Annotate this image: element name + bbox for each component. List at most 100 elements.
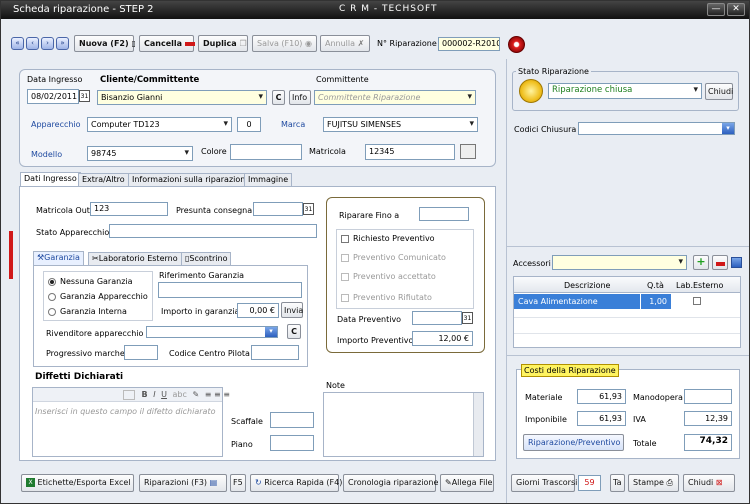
last-record-icon[interactable]: » xyxy=(56,37,69,50)
note-scrollbar[interactable] xyxy=(473,393,483,456)
rivenditore-c-button[interactable]: C xyxy=(287,324,301,339)
strike-icon[interactable]: abc xyxy=(173,390,187,399)
materiale-field[interactable]: 61,93 xyxy=(577,389,626,404)
codici-chiusura-combo[interactable] xyxy=(578,122,735,135)
size-combo[interactable] xyxy=(123,389,135,400)
progressivo-field[interactable] xyxy=(124,345,158,360)
row-lab-checkbox[interactable] xyxy=(693,297,701,305)
imponibile-field[interactable]: 61,93 xyxy=(577,411,626,426)
bold-icon[interactable]: B xyxy=(142,390,148,399)
record-status-icon[interactable] xyxy=(508,36,525,53)
stato-combo[interactable]: Riparazione chiusa xyxy=(548,83,702,99)
align-left-icon[interactable]: ≡ xyxy=(205,390,212,399)
calendar-icon[interactable]: 31 xyxy=(79,90,90,102)
ricerca-rapida-button[interactable]: ↻ Ricerca Rapida (F4) xyxy=(250,474,342,492)
cliente-c-button[interactable]: C xyxy=(272,90,285,105)
cliente-combo[interactable]: Bisanzio Gianni xyxy=(97,90,267,105)
annulla-button[interactable]: Annulla ✗ xyxy=(320,35,370,52)
info-button[interactable]: Info xyxy=(289,90,311,105)
prev-record-icon[interactable]: ‹ xyxy=(26,37,39,50)
col-lab-esterno[interactable]: Lab.Esterno xyxy=(676,281,723,290)
radio-nessuna[interactable]: Nessuna Garanzia xyxy=(48,277,133,286)
next-record-icon[interactable]: › xyxy=(41,37,54,50)
align-right-icon[interactable]: ≡ xyxy=(223,390,230,399)
stampe-button[interactable]: Stampe ⎙ xyxy=(628,474,679,492)
check-richiesto[interactable]: Richiesto Preventivo xyxy=(341,234,435,243)
italic-icon[interactable]: I xyxy=(153,390,155,399)
matricola-out-field[interactable]: 123 xyxy=(90,202,168,216)
close-window-button[interactable]: ✕ xyxy=(727,3,745,16)
rivenditore-dropdown-icon[interactable]: ▾ xyxy=(265,327,277,337)
col-descrizione[interactable]: Descrizione xyxy=(564,281,610,290)
check-accettato[interactable]: Preventivo accettato xyxy=(341,272,436,281)
add-accessorio-button[interactable]: + xyxy=(693,255,709,270)
radio-interna[interactable]: Garanzia Interna xyxy=(48,307,127,316)
note-field[interactable] xyxy=(323,392,484,457)
iva-field[interactable]: 12,39 xyxy=(684,411,732,426)
matricola-field[interactable]: 12345 xyxy=(365,144,455,160)
totale-field[interactable]: 74,32 xyxy=(684,434,732,451)
quantity-field[interactable]: 0 xyxy=(237,117,261,132)
data-preventivo-field[interactable] xyxy=(412,311,462,325)
etichette-button[interactable]: X Etichette/Esporta Excel xyxy=(21,474,134,492)
presunta-calendar-icon[interactable]: 31 xyxy=(303,203,314,215)
riparazione-preventivo-button[interactable]: Riparazione/Preventivo xyxy=(523,434,624,451)
nuova-button[interactable]: Nuova (F2) ▯ xyxy=(74,35,136,52)
riferimento-field[interactable] xyxy=(158,282,302,298)
cancella-button[interactable]: Cancella xyxy=(139,35,195,52)
riparazioni-button[interactable]: Riparazioni (F3) ▤ xyxy=(139,474,227,492)
info-accessori-icon[interactable] xyxy=(731,257,742,268)
check-comunicato[interactable]: Preventivo Comunicato xyxy=(341,253,446,262)
tab-immagine[interactable]: Immagine xyxy=(244,173,293,186)
remove-accessorio-button[interactable] xyxy=(712,255,728,270)
committente-combo[interactable]: Committente Riparazione xyxy=(314,90,476,105)
minimize-button[interactable]: — xyxy=(707,3,725,16)
color-icon[interactable]: ✎ xyxy=(192,390,199,399)
n-riparazione-field[interactable]: 000002-R2010 xyxy=(438,37,500,51)
tab-extra-altro[interactable]: Extra/Altro xyxy=(78,173,129,186)
cronologia-button[interactable]: Cronologia riparazione xyxy=(343,474,438,492)
importo-garanzia-field[interactable]: 0,00 € xyxy=(237,303,279,318)
table-row[interactable]: Cava Alimentazione xyxy=(514,294,640,309)
centro-pilota-field[interactable] xyxy=(251,345,299,360)
radio-apparecchio[interactable]: Garanzia Apparecchio xyxy=(48,292,148,301)
salva-button[interactable]: Salva (F10) ◉ xyxy=(252,35,317,52)
codici-dropdown-icon[interactable]: ▾ xyxy=(722,123,734,134)
importo-preventivo-field[interactable]: 12,00 € xyxy=(412,331,473,346)
marca-combo[interactable]: FUJITSU SIMENSES xyxy=(323,117,478,132)
align-center-icon[interactable]: ≡ xyxy=(214,390,221,399)
preventivo-calendar-icon[interactable]: 31 xyxy=(462,312,473,324)
stato-apparecchio-field[interactable] xyxy=(109,224,317,238)
check-rifiutato[interactable]: Preventivo Rifiutato xyxy=(341,293,432,302)
subtab-laboratorio[interactable]: ✂Laboratorio Esterno xyxy=(88,252,182,265)
scaffale-field[interactable] xyxy=(270,412,314,428)
colore-field[interactable] xyxy=(230,144,302,160)
first-record-icon[interactable]: « xyxy=(11,37,24,50)
ta-button[interactable]: Ta xyxy=(610,474,625,492)
stato-chiudi-button[interactable]: Chiudi xyxy=(705,83,733,100)
f5-button[interactable]: F5 xyxy=(230,474,246,492)
subtab-garanzia[interactable]: ⚒Garanzia xyxy=(33,251,84,265)
accessori-combo[interactable] xyxy=(552,255,687,270)
chiudi-button[interactable]: Chiudi ⊠ xyxy=(683,474,735,492)
riparare-field[interactable] xyxy=(419,207,469,221)
invia-button[interactable]: Invia xyxy=(281,302,303,318)
duplica-button[interactable]: Duplica ❐ xyxy=(198,35,248,52)
radio-nessuna-label: Nessuna Garanzia xyxy=(60,277,133,286)
underline-icon[interactable]: U xyxy=(161,390,167,399)
subtab-scontrino[interactable]: ▯Scontrino xyxy=(181,252,232,265)
rivenditore-combo[interactable] xyxy=(146,326,278,338)
presunta-consegna-field[interactable] xyxy=(253,202,303,216)
tab-informazioni[interactable]: Informazioni sulla riparazione xyxy=(128,173,255,186)
apparecchio-combo[interactable]: Computer TD123 xyxy=(87,117,232,132)
allega-file-button[interactable]: ✎Allega File xyxy=(440,474,494,492)
tab-dati-ingresso[interactable]: Dati Ingresso xyxy=(20,172,81,186)
save-icon: ◉ xyxy=(304,39,312,48)
manodopera-field[interactable] xyxy=(684,389,732,404)
row-qta-cell[interactable]: 1,00 xyxy=(640,294,671,309)
col-qta[interactable]: Q.tà xyxy=(647,281,664,290)
piano-field[interactable] xyxy=(270,435,314,451)
data-ingresso-field[interactable]: 08/02/2011 xyxy=(27,89,79,104)
modello-combo[interactable]: 98745 xyxy=(87,146,193,161)
color-swatch[interactable] xyxy=(460,144,476,159)
